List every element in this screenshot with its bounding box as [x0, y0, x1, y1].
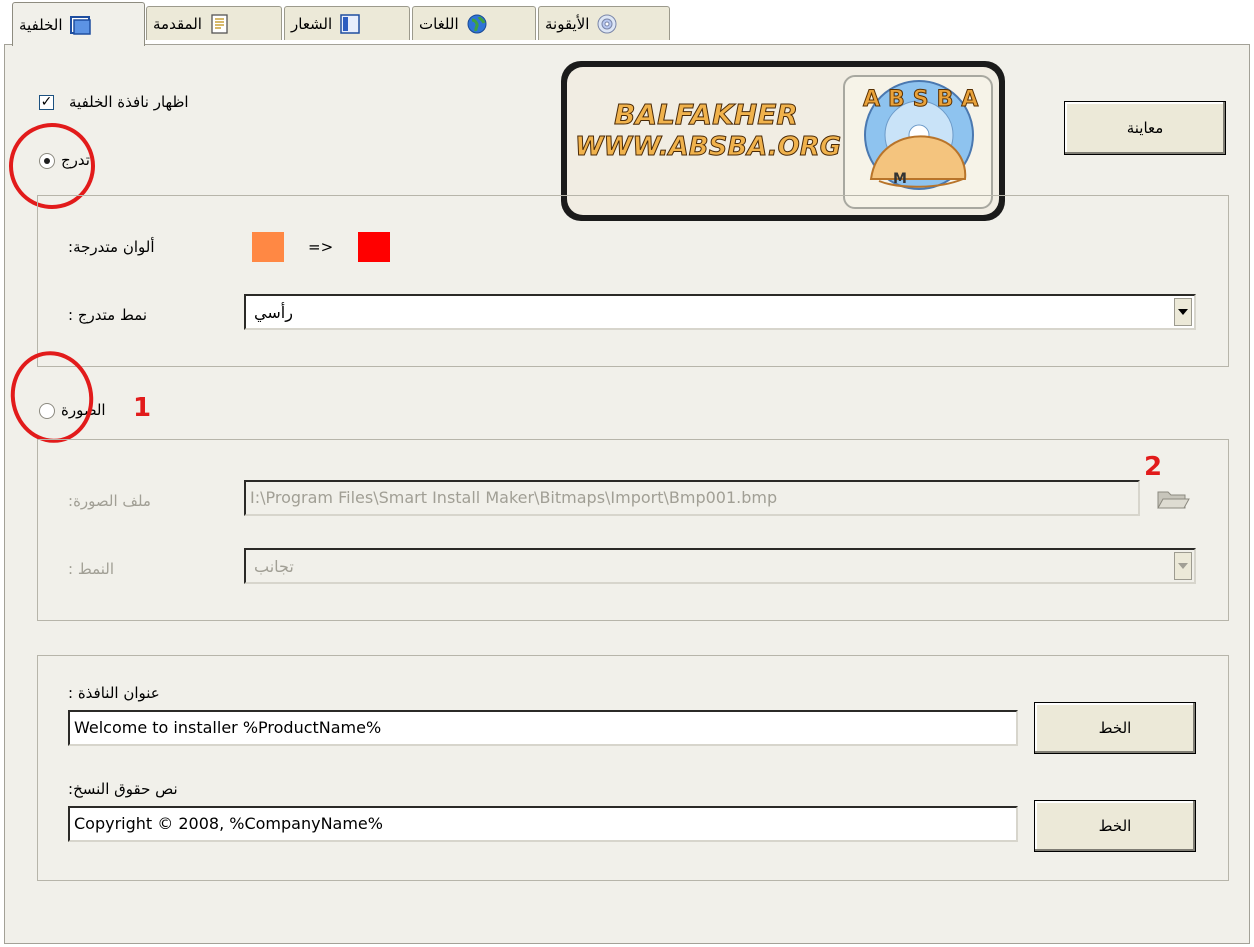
- preview-button[interactable]: معاينة: [1064, 101, 1226, 155]
- folder-open-icon[interactable]: [1156, 488, 1190, 514]
- gradient-style-value: رأسي: [254, 303, 293, 322]
- banner-icon: [339, 13, 361, 35]
- background-settings-panel: اظهار نافذة الخلفية ✓ BALFAKHER WWW.ABSB…: [0, 44, 1250, 944]
- gradient-end-color[interactable]: [358, 232, 390, 262]
- logo-line-2: WWW.ABSBA.ORG: [575, 132, 842, 163]
- logo-line-1: BALFAKHER: [614, 98, 799, 131]
- globe-icon: [466, 13, 488, 35]
- tab-label: الشعار: [291, 14, 333, 33]
- image-group: :ملف الصورة I:\Program Files\Smart Insta…: [37, 439, 1229, 621]
- image-file-label: :ملف الصورة: [68, 492, 151, 510]
- document-icon: [209, 13, 231, 35]
- annotation-number-2: 2: [1144, 452, 1163, 482]
- image-style-value: تجانب: [254, 557, 294, 576]
- show-background-window-label: اظهار نافذة الخلفية: [69, 93, 189, 111]
- copyright-font-button[interactable]: الخط: [1034, 800, 1196, 852]
- tab-banner[interactable]: الشعار: [284, 6, 410, 40]
- copyright-text-label: :نص حقوق النسخ: [68, 780, 178, 798]
- image-style-label: : النمط: [68, 560, 115, 578]
- copyright-text-input[interactable]: Copyright © 2008, %CompanyName%: [68, 806, 1018, 842]
- tab-label: الأيقونة: [545, 14, 590, 33]
- window-title-input[interactable]: Welcome to installer %ProductName%: [68, 710, 1018, 746]
- logo-text: BALFAKHER WWW.ABSBA.ORG: [575, 98, 842, 163]
- tab-label: الخلفية: [19, 15, 63, 34]
- image-style-select[interactable]: تجانب: [244, 548, 1196, 584]
- chevron-down-icon[interactable]: [1174, 298, 1192, 326]
- tab-icon-settings[interactable]: الأيقونة: [538, 6, 670, 40]
- logo-badge-letter: M: [893, 171, 907, 187]
- gradient-start-color[interactable]: [252, 232, 284, 262]
- tab-intro[interactable]: المقدمة: [146, 6, 282, 40]
- gradient-colors-label: :ألوان متدرجة: [68, 238, 155, 256]
- logo-badge: ABSBA M: [843, 75, 993, 209]
- show-background-window-checkbox[interactable]: ✓: [39, 95, 54, 110]
- tab-background[interactable]: الخلفية: [12, 2, 145, 46]
- title-font-button[interactable]: الخط: [1034, 702, 1196, 754]
- chevron-down-icon[interactable]: [1174, 552, 1192, 580]
- annotation-number-1: 1: [133, 393, 152, 423]
- background-window-icon: [69, 14, 92, 36]
- cd-icon: [596, 13, 618, 35]
- window-title-label: : عنوان النافذة: [68, 684, 160, 702]
- image-file-field[interactable]: I:\Program Files\Smart Install Maker\Bit…: [244, 480, 1140, 516]
- logo-badge-text: ABSBA: [862, 87, 987, 113]
- tab-strip: الخلفية المقدمة الشعار اللغات الأيقونة: [0, 0, 1254, 46]
- gradient-group: :ألوان متدرجة => : نمط متدرج رأسي: [37, 195, 1229, 367]
- gradient-style-label: : نمط متدرج: [68, 306, 148, 324]
- tab-label: اللغات: [419, 14, 459, 33]
- gradient-style-select[interactable]: رأسي: [244, 294, 1196, 330]
- gradient-arrow: =>: [308, 238, 334, 256]
- tab-languages[interactable]: اللغات: [412, 6, 536, 40]
- window-text-group: : عنوان النافذة Welcome to installer %Pr…: [37, 655, 1229, 881]
- tab-label: المقدمة: [153, 14, 202, 33]
